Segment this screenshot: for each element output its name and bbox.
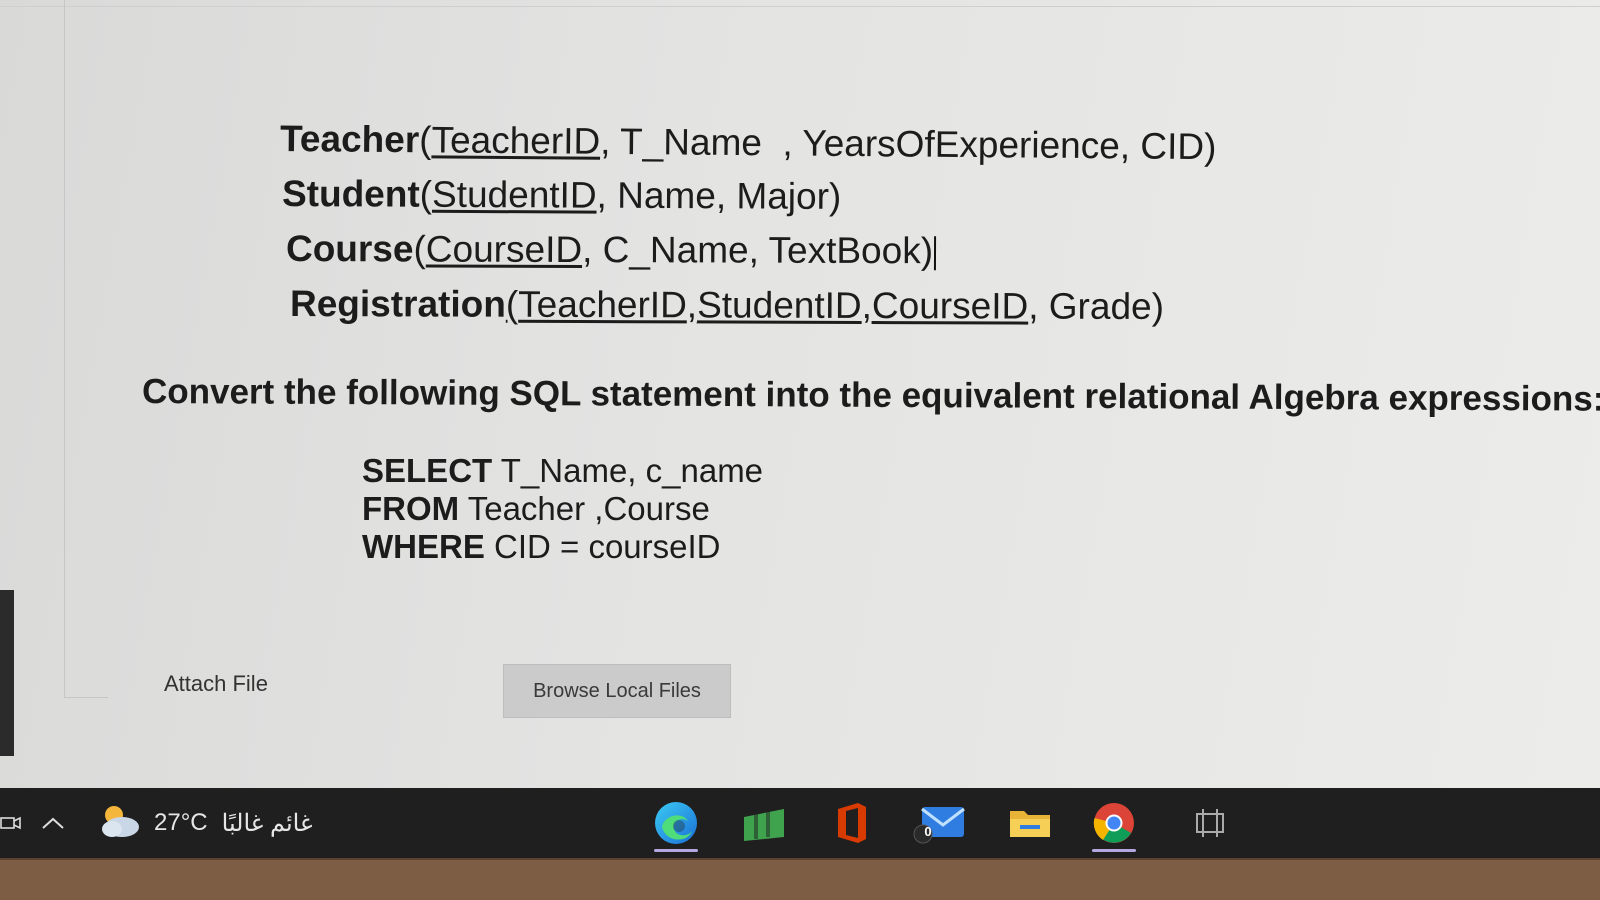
office-icon[interactable] bbox=[816, 794, 888, 852]
file-explorer-icon[interactable] bbox=[994, 794, 1066, 852]
schema-registration: Registration(TeacherID,StudentID,CourseI… bbox=[289, 283, 1165, 328]
meet-now-icon[interactable] bbox=[0, 788, 22, 858]
schema-student: Student(StudentID, Name, Major) bbox=[281, 173, 842, 217]
text-cursor bbox=[934, 236, 937, 271]
question-text: Convert the following SQL statement into… bbox=[141, 372, 1600, 419]
primary-key: StudentID bbox=[431, 173, 597, 216]
chevron-up-icon[interactable] bbox=[40, 788, 66, 858]
attach-file-label: Attach File bbox=[164, 671, 268, 696]
attributes: , T_Name , YearsOfExperience, CID) bbox=[600, 120, 1217, 168]
relational-schema: Teacher(TeacherID, T_Name , YearsOfExper… bbox=[279, 118, 1217, 338]
weather-cloud-icon bbox=[96, 803, 142, 844]
primary-key: TeacherID bbox=[518, 283, 687, 326]
relation-name: Student bbox=[281, 173, 420, 215]
schema-teacher: Teacher(TeacherID, T_Name , YearsOfExper… bbox=[279, 118, 1217, 168]
primary-key: CourseID bbox=[425, 228, 583, 271]
weather-widget[interactable]: 27°C غائم غالبًا bbox=[96, 788, 313, 858]
content-frame-bottom-border bbox=[64, 697, 108, 698]
sql-statement: SELECT T_Name, c_name FROM Teacher ,Cour… bbox=[362, 452, 763, 566]
mail-unread-badge: 0 bbox=[924, 824, 932, 839]
laptop-bottom-bezel bbox=[0, 858, 1600, 900]
windows-taskbar: 27°C غائم غالبًا 0 bbox=[0, 788, 1600, 858]
attributes: , C_Name, TextBook) bbox=[582, 229, 934, 272]
relation-name: Course bbox=[285, 228, 414, 270]
primary-key: StudentID bbox=[697, 284, 862, 326]
sql-from-line: FROM Teacher ,Course bbox=[362, 490, 710, 527]
content-frame-left-border bbox=[64, 0, 65, 698]
primary-key: CourseID bbox=[871, 285, 1029, 327]
attributes: , Name, Major) bbox=[596, 174, 842, 217]
relation-name: Registration bbox=[289, 283, 506, 325]
edge-icon[interactable] bbox=[640, 794, 712, 852]
sql-where-line: WHERE CID = courseID bbox=[362, 528, 721, 565]
weather-description: غائم غالبًا bbox=[221, 809, 313, 837]
primary-key: TeacherID bbox=[431, 119, 601, 162]
chrome-icon[interactable] bbox=[1078, 794, 1150, 852]
bezel-divider bbox=[0, 858, 1600, 860]
mail-icon[interactable]: 0 bbox=[904, 794, 976, 852]
task-view-icon[interactable] bbox=[1174, 794, 1246, 852]
screen-left-bezel bbox=[0, 590, 14, 756]
spreadsheet-app-icon[interactable] bbox=[728, 794, 800, 852]
schema-course: Course(CourseID, C_Name, TextBook) bbox=[286, 228, 1217, 286]
relation-name: Teacher bbox=[279, 118, 420, 161]
browser-viewport: Teacher(TeacherID, T_Name , YearsOfExper… bbox=[0, 0, 1600, 788]
weather-temperature: 27°C bbox=[154, 809, 208, 836]
browse-local-files-button[interactable]: Browse Local Files bbox=[503, 664, 731, 718]
attributes: , Grade) bbox=[1028, 285, 1165, 328]
page-top-divider bbox=[0, 6, 1600, 7]
sql-select-line: SELECT T_Name, c_name bbox=[362, 452, 764, 489]
